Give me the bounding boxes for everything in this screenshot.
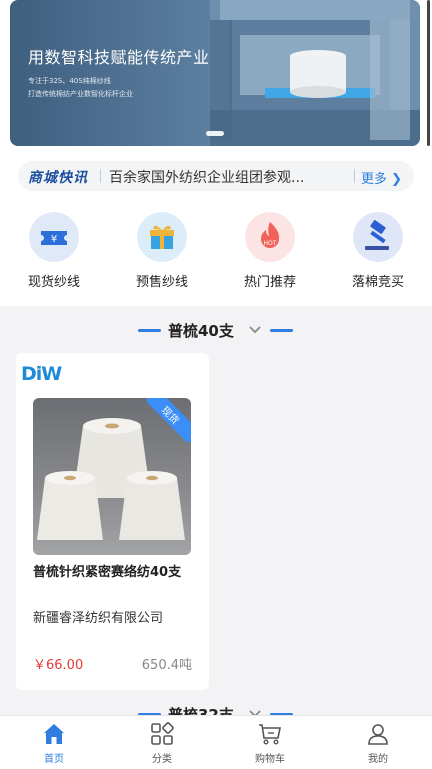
banner-subtitle-2: 打造传统棉纺产业数智化标杆企业 [28,90,133,98]
company-name: 新疆睿泽纺织有限公司 [33,611,164,626]
user-icon [368,724,388,745]
auction-hammer-icon [353,212,403,262]
category-label: 热门推荐 [243,275,296,290]
news-tag: 商城快讯 [28,170,88,186]
brand-logo: DiW [21,363,62,385]
section-header-40s[interactable]: 普梳40支 [0,318,432,342]
scrollbar[interactable] [427,0,430,146]
tab-home[interactable]: 首页 [0,716,108,769]
divider [354,169,355,183]
product-weight: 650.4吨 [141,658,192,673]
news-ticker[interactable]: 商城快讯 百余家国外纺织企业组团参观... 更多 ❯ [18,161,414,191]
badge-label: 现货 [147,398,191,442]
category-cotton-auction[interactable]: 落棉竞买 [324,210,432,294]
category-presale-yarn[interactable]: 预售纱线 [108,210,216,294]
tab-label: 购物车 [255,754,285,765]
category-grid: ¥ 现货纱线 预售纱线 HOT 热门推荐 落棉竞买 [0,210,432,294]
banner-subtitle-1: 专注于32S、40S纯棉纱线 [28,77,111,85]
news-text[interactable]: 百余家国外纺织企业组团参观... [109,167,349,187]
category-label: 预售纱线 [135,275,188,290]
more-link[interactable]: 更多 ❯ [361,168,402,187]
category-label: 现货纱线 [27,275,80,290]
promo-banner[interactable]: 用数智科技赋能传统产业 专注于32S、40S纯棉纱线 打造传统棉纺产业数智化标杆… [10,0,420,146]
svg-text:HOT: HOT [264,240,277,247]
product-card[interactable]: DiW 现货 普梳针织紧密赛络纺40支 新疆睿泽纺织有限公司 ￥66.00 65… [16,353,209,690]
gift-box-icon [137,212,187,262]
banner-headline: 用数智科技赋能传统产业 [28,48,210,67]
category-icon [151,722,174,745]
divider [100,169,101,183]
decor-line [138,329,161,332]
home-icon [44,724,64,744]
svg-text:¥: ¥ [51,234,57,245]
tab-label: 首页 [44,754,64,765]
banner-indicator [206,131,224,136]
product-price: ￥66.00 [33,658,84,673]
stock-badge: 现货 [147,398,191,442]
product-title[interactable]: 普梳针织紧密赛络纺40支 [33,562,193,583]
tab-category[interactable]: 分类 [108,716,216,769]
decor-line [270,329,293,332]
ticket-yen-icon: ¥ [29,212,79,262]
header-area: 用数智科技赋能传统产业 专注于32S、40S纯棉纱线 打造传统棉纺产业数智化标杆… [0,0,432,306]
bottom-tab-bar: 首页 分类 购物车 我的 [0,715,432,769]
category-label: 落棉竞买 [351,275,404,290]
section-title: 普梳40支 [168,322,234,340]
tab-label: 分类 [152,754,172,765]
category-hot-recommend[interactable]: HOT 热门推荐 [216,210,324,294]
chevron-down-icon[interactable] [248,324,262,336]
tab-cart[interactable]: 购物车 [216,716,324,769]
product-image[interactable]: 现货 [33,398,191,555]
factory-machine-image [210,0,420,146]
tab-profile[interactable]: 我的 [324,716,432,769]
category-spot-yarn[interactable]: ¥ 现货纱线 [0,210,108,294]
tab-label: 我的 [368,754,388,765]
hot-flame-icon: HOT [245,212,295,262]
cart-icon [259,724,281,745]
indicator-dot [206,131,224,136]
